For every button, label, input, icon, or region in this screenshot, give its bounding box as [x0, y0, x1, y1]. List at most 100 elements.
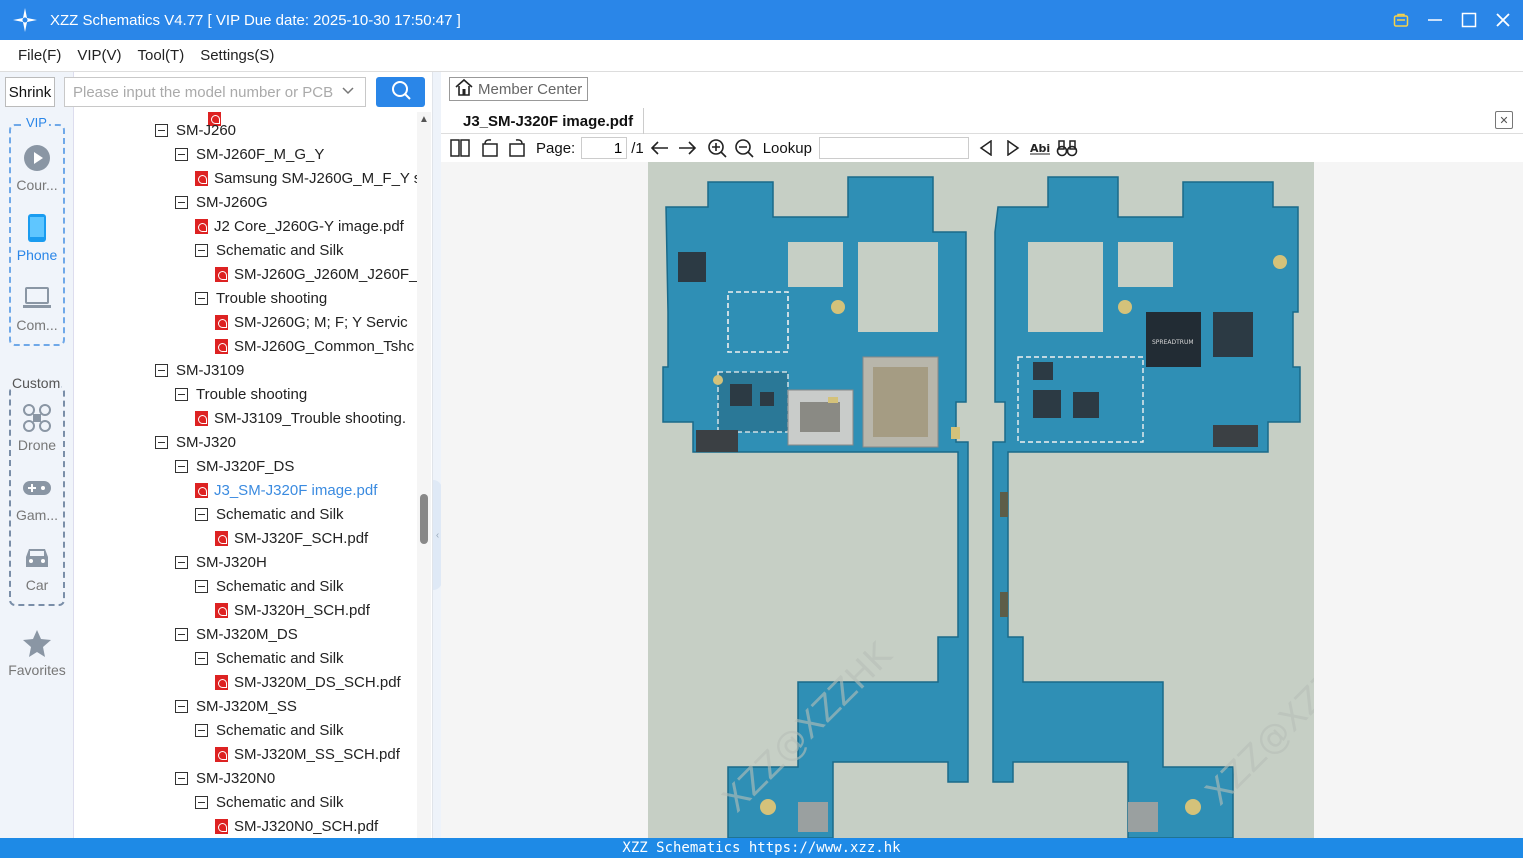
- collapse-toggle-icon[interactable]: [175, 555, 188, 569]
- collapse-toggle-icon[interactable]: [175, 459, 188, 473]
- tree-folder-item[interactable]: Schematic and Silk: [195, 238, 344, 262]
- tab-document[interactable]: J3_SM-J320F image.pdf: [453, 108, 645, 134]
- rail-item-courses[interactable]: Cour...: [4, 143, 70, 193]
- tree-item-label: SM-J260F_M_G_Y: [196, 145, 325, 163]
- collapse-toggle-icon[interactable]: [155, 363, 168, 377]
- tree-item-label: SM-J260G_Common_Tshc: [234, 337, 415, 355]
- tree-folder-item[interactable]: Schematic and Silk: [195, 646, 344, 670]
- scrollbar-thumb[interactable]: [420, 494, 428, 544]
- rail-item-drone[interactable]: Drone: [4, 403, 70, 453]
- shrink-button[interactable]: Shrink: [5, 77, 55, 107]
- play-circle-icon: [22, 143, 52, 173]
- find-previous-icon[interactable]: [975, 137, 997, 159]
- tree-file-item[interactable]: SM-J260G_Common_Tshc: [215, 334, 414, 358]
- vip-bag-icon[interactable]: [1391, 10, 1411, 30]
- member-center-label: Member Center: [478, 80, 583, 98]
- tree-file-item[interactable]: SM-J260G; M; F; Y Servic: [215, 310, 408, 334]
- collapse-toggle-icon[interactable]: [195, 507, 208, 521]
- tree-folder-item[interactable]: Trouble shooting: [175, 382, 307, 406]
- tree-file-item[interactable]: J3_SM-J320F image.pdf: [195, 478, 377, 502]
- tree-file-item[interactable]: SM-J320H_SCH.pdf: [215, 598, 370, 622]
- pdf-viewer[interactable]: SPREADTRUM XZZ@XZZHK XZZ@XZZHK: [441, 162, 1523, 838]
- member-center-button[interactable]: Member Center: [449, 77, 588, 101]
- menu-file[interactable]: File(F): [18, 47, 61, 64]
- collapse-toggle-icon[interactable]: [175, 387, 188, 401]
- collapse-toggle-icon[interactable]: [155, 435, 168, 449]
- zoom-in-icon[interactable]: [706, 137, 728, 159]
- binoculars-icon[interactable]: [1056, 137, 1078, 159]
- arrow-right-icon[interactable]: [676, 137, 698, 159]
- tree-folder-item[interactable]: SM-J320: [155, 430, 236, 454]
- page-number-input[interactable]: [581, 137, 628, 159]
- menu-tool[interactable]: Tool(T): [138, 47, 185, 64]
- search-button[interactable]: [376, 77, 425, 107]
- tree-file-item[interactable]: SM-J320M_DS_SCH.pdf: [215, 670, 401, 694]
- rail-item-computer[interactable]: Com...: [4, 283, 70, 333]
- gamepad-icon: [22, 473, 52, 503]
- pdf-icon: [195, 170, 208, 186]
- zoom-out-icon[interactable]: [733, 137, 755, 159]
- search-input[interactable]: [64, 77, 366, 107]
- tree-scrollbar[interactable]: ▲: [417, 112, 431, 838]
- rail-item-label: Cour...: [16, 177, 58, 193]
- arrow-left-icon[interactable]: [649, 137, 671, 159]
- maximize-button[interactable]: [1459, 10, 1479, 30]
- collapse-toggle-icon[interactable]: [175, 771, 188, 785]
- menu-settings[interactable]: Settings(S): [200, 47, 274, 64]
- collapse-toggle-icon[interactable]: [195, 291, 208, 305]
- two-page-icon[interactable]: [449, 137, 471, 159]
- tree-file-item[interactable]: Samsung SM-J260G_M_F_Y s: [195, 166, 421, 190]
- tree-folder-item[interactable]: Trouble shooting: [195, 286, 327, 310]
- tree-file-item[interactable]: SM-J320N0_SCH.pdf: [215, 814, 378, 838]
- tree-file-item[interactable]: SM-J260G_J260M_J260F_J: [215, 262, 425, 286]
- collapse-toggle-icon[interactable]: [195, 723, 208, 737]
- tree-file-item[interactable]: J2 Core_J260G-Y image.pdf: [195, 214, 404, 238]
- match-case-icon[interactable]: Abi: [1029, 137, 1051, 159]
- collapse-toggle-icon[interactable]: [195, 795, 208, 809]
- tree-folder-item[interactable]: Schematic and Silk: [195, 718, 344, 742]
- collapse-toggle-icon[interactable]: [175, 147, 188, 161]
- tree-folder-item[interactable]: SM-J260G: [175, 190, 268, 214]
- tree-item-label: Schematic and Silk: [216, 793, 344, 811]
- collapse-toggle-icon[interactable]: [175, 627, 188, 641]
- rail-item-favorites[interactable]: Favorites: [4, 628, 70, 678]
- rotate-left-icon[interactable]: [479, 137, 501, 159]
- collapse-toggle-icon[interactable]: [175, 195, 188, 209]
- tree-folder-item[interactable]: SM-J320F_DS: [175, 454, 294, 478]
- collapse-toggle-icon[interactable]: [195, 651, 208, 665]
- tree-folder-item[interactable]: Schematic and Silk: [195, 574, 344, 598]
- tree-file-item[interactable]: SM-J320F_SCH.pdf: [215, 526, 368, 550]
- rail-item-game[interactable]: Gam...: [4, 473, 70, 523]
- rotate-right-icon[interactable]: [506, 137, 528, 159]
- tree-item-label: SM-J260G: [196, 193, 268, 211]
- page-total: /1: [631, 139, 644, 157]
- tree-folder-item[interactable]: Schematic and Silk: [195, 790, 344, 814]
- tree-folder-item[interactable]: SM-J320N0: [175, 766, 275, 790]
- chevron-up-icon[interactable]: ▲: [419, 114, 429, 125]
- lookup-input[interactable]: [818, 137, 969, 159]
- tree-item-label: SM-J260G; M; F; Y Servic: [234, 313, 408, 331]
- tree-folder-item[interactable]: SM-J260F_M_G_Y: [175, 142, 324, 166]
- tree-file-item[interactable]: SM-J3109_Trouble shooting.: [195, 406, 406, 430]
- close-document-icon[interactable]: ✕: [1495, 111, 1513, 129]
- collapse-toggle-icon[interactable]: [155, 123, 168, 137]
- tree-folder-item[interactable]: Schematic and Silk: [195, 502, 344, 526]
- collapse-toggle-icon[interactable]: [195, 243, 208, 257]
- chevron-down-icon[interactable]: [340, 83, 356, 99]
- tree-file-item[interactable]: SM-J320M_SS_SCH.pdf: [215, 742, 400, 766]
- tree-folder-item[interactable]: SM-J320H: [175, 550, 267, 574]
- custom-group-label: Custom: [11, 375, 62, 391]
- collapse-toggle-icon[interactable]: [195, 579, 208, 593]
- pane-splitter[interactable]: ‹: [432, 72, 442, 838]
- tree-folder-item[interactable]: SM-J3109: [155, 358, 244, 382]
- tree-folder-item[interactable]: SM-J320M_DS: [175, 622, 298, 646]
- tree-folder-item[interactable]: SM-J320M_SS: [175, 694, 297, 718]
- rail-item-car[interactable]: Car: [4, 543, 70, 593]
- minimize-button[interactable]: [1425, 10, 1445, 30]
- menu-vip[interactable]: VIP(V): [77, 47, 121, 64]
- rail-item-phone[interactable]: Phone: [4, 213, 70, 263]
- find-next-icon[interactable]: [1002, 137, 1024, 159]
- collapse-toggle-icon[interactable]: [175, 699, 188, 713]
- close-button[interactable]: [1493, 10, 1513, 30]
- tree-folder-item[interactable]: SM-J260: [155, 118, 236, 142]
